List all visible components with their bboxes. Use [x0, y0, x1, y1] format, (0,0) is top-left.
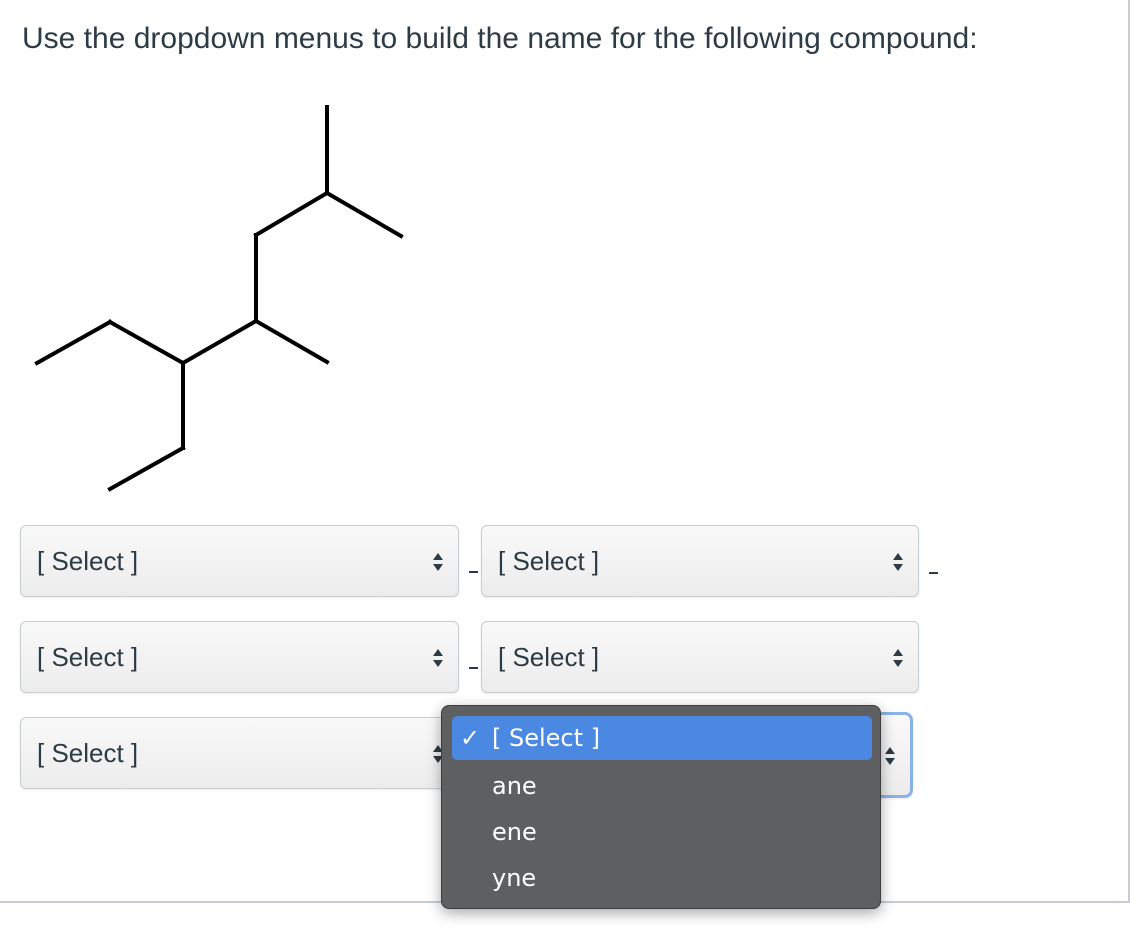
- select-value: [ Select ]: [498, 642, 600, 672]
- select-value: [ Select ]: [498, 546, 600, 576]
- bond: [253, 190, 330, 238]
- select-arrows-icon: [885, 747, 895, 765]
- checkmark-icon: ✓: [460, 724, 481, 752]
- option-label: [ Select ]: [492, 724, 601, 752]
- option-label: ene: [492, 818, 537, 846]
- bond: [34, 319, 113, 366]
- prefix-select-2[interactable]: [ Select ]: [481, 525, 919, 597]
- bond: [324, 190, 404, 239]
- menu-option-ane[interactable]: ane: [452, 764, 872, 808]
- menu-option-yne[interactable]: yne: [452, 856, 872, 900]
- select-arrows-icon: [433, 649, 443, 667]
- prefix-select-1[interactable]: [ Select ]: [20, 525, 459, 597]
- bond: [107, 319, 186, 366]
- bond: [253, 318, 330, 365]
- hyphen-separator: [469, 571, 478, 573]
- select-arrows-icon: [893, 553, 903, 571]
- suffix-dropdown-menu: ✓ [ Select ] ane ene yne: [441, 705, 881, 909]
- menu-option-select[interactable]: ✓ [ Select ]: [452, 716, 872, 760]
- prefix-select-3[interactable]: [ Select ]: [20, 621, 459, 693]
- bond: [107, 445, 186, 492]
- option-label: yne: [492, 864, 537, 892]
- option-label: ane: [492, 772, 537, 800]
- compound-structure: [34, 105, 404, 492]
- parent-chain-select[interactable]: [ Select ]: [481, 621, 919, 693]
- question-text: Use the dropdown menus to build the name…: [22, 22, 978, 55]
- select-arrows-icon: [893, 649, 903, 667]
- select-arrows-icon: [433, 553, 443, 571]
- hyphen-separator: [929, 572, 938, 574]
- menu-option-ene[interactable]: ene: [452, 810, 872, 854]
- bond: [180, 318, 259, 366]
- prefix-select-4[interactable]: [ Select ]: [20, 717, 459, 789]
- select-value: [ Select ]: [37, 546, 139, 576]
- select-value: [ Select ]: [37, 642, 139, 672]
- question-panel: Use the dropdown menus to build the name…: [0, 0, 1130, 909]
- hyphen-separator: [469, 667, 478, 669]
- select-value: [ Select ]: [37, 738, 139, 768]
